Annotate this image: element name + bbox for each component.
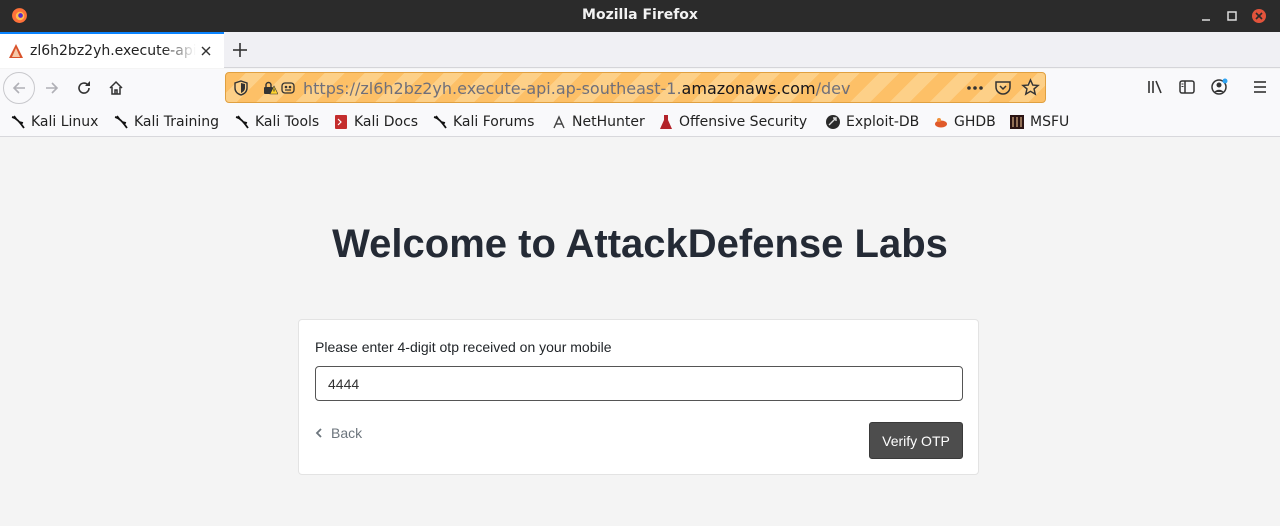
bookmark-label: GHDB [954, 114, 996, 130]
bookmark-ghdb[interactable]: GHDB [933, 113, 996, 131]
bookmark-label: Kali Linux [31, 114, 99, 130]
arrow-left-icon [12, 82, 25, 94]
url-bar[interactable]: https://zl6h2bz2yh.execute-api.ap-southe… [225, 72, 1046, 103]
kali-dragon-icon [235, 115, 249, 129]
account-icon[interactable] [1210, 78, 1228, 96]
page-actions-more-icon[interactable] [964, 79, 986, 97]
bookmark-label: Offensive Security [679, 114, 808, 130]
window-title: Mozilla Firefox [582, 7, 698, 23]
chevron-left-icon [315, 428, 322, 438]
close-tab-icon[interactable] [199, 44, 213, 58]
arrow-right-icon [46, 82, 59, 94]
kali-favicon-icon [9, 44, 23, 58]
url-path: /dev [815, 79, 851, 98]
home-button[interactable] [100, 72, 132, 104]
permissions-icon[interactable] [280, 80, 296, 96]
bookmark-kali-forums[interactable]: Kali Forums [432, 113, 534, 131]
bookmark-offensive-security[interactable]: Offensive Security [658, 113, 807, 131]
bookmark-label: Kali Tools [255, 114, 320, 130]
bookmarks-toolbar: Kali Linux Kali Training Kali Tools Kali… [0, 107, 1280, 137]
otp-label: Please enter 4-digit otp received on you… [315, 339, 612, 355]
navigation-toolbar: https://zl6h2bz2yh.execute-api.ap-southe… [0, 69, 1280, 107]
bookmark-label: Exploit-DB [846, 114, 920, 130]
tab-strip: zl6h2bz2yh.execute-api.ap-southeast-1.am… [0, 32, 1280, 68]
bookmark-kali-docs[interactable]: Kali Docs [333, 113, 418, 131]
kali-docs-icon [335, 115, 347, 129]
reload-button[interactable] [68, 72, 100, 104]
kali-dragon-icon [11, 115, 25, 129]
library-icon[interactable] [1146, 78, 1164, 96]
bookmark-exploit-db[interactable]: Exploit-DB [825, 113, 919, 131]
tab-title: zl6h2bz2yh.execute-api.ap-southeast-1.am… [30, 43, 196, 59]
kali-dragon-icon [433, 115, 447, 129]
url-text[interactable]: https://zl6h2bz2yh.execute-api.ap-southe… [303, 79, 850, 98]
page-heading: Welcome to AttackDefense Labs [332, 222, 948, 266]
otp-input[interactable] [315, 366, 963, 401]
hamburger-menu-icon[interactable] [1251, 78, 1269, 96]
back-link[interactable]: Back [315, 425, 362, 441]
nethunter-icon [553, 115, 565, 129]
bookmark-label: Kali Forums [453, 114, 535, 130]
new-tab-icon[interactable] [230, 40, 250, 60]
pocket-icon[interactable] [994, 79, 1012, 97]
tab-active[interactable]: zl6h2bz2yh.execute-api.ap-southeast-1.am… [0, 32, 224, 68]
bookmark-nethunter[interactable]: NetHunter [551, 113, 645, 131]
otp-card: Please enter 4-digit otp received on you… [298, 319, 979, 475]
kali-dragon-icon [114, 115, 128, 129]
bookmark-kali-training[interactable]: Kali Training [113, 113, 219, 131]
ghdb-icon [935, 118, 947, 128]
back-label: Back [331, 425, 363, 441]
tracking-protection-shield-icon[interactable] [233, 80, 249, 96]
offsec-icon [660, 115, 672, 129]
url-domain: amazonaws.com [681, 79, 816, 98]
bookmark-label: MSFU [1030, 114, 1070, 130]
verify-otp-button[interactable]: Verify OTP [869, 422, 963, 459]
url-prefix: https://zl6h2bz2yh.execute-api.ap-southe… [303, 79, 682, 98]
reload-icon [78, 81, 90, 94]
insecure-lock-warning-icon[interactable] [262, 80, 278, 96]
bookmark-star-icon[interactable] [1021, 78, 1040, 97]
bookmark-label: NetHunter [572, 114, 645, 130]
maximize-icon[interactable] [1222, 6, 1242, 26]
forward-button[interactable] [36, 72, 68, 104]
bookmark-kali-tools[interactable]: Kali Tools [234, 113, 319, 131]
msfu-icon [1010, 115, 1024, 129]
minimize-icon[interactable] [1196, 6, 1216, 26]
bookmark-kali-linux[interactable]: Kali Linux [10, 113, 98, 131]
window-titlebar: Mozilla Firefox [0, 0, 1280, 32]
close-window-icon[interactable] [1249, 6, 1269, 26]
exploit-db-icon [826, 115, 840, 129]
back-button[interactable] [3, 72, 35, 104]
bookmark-label: Kali Training [134, 114, 219, 130]
sidebar-icon[interactable] [1178, 78, 1196, 96]
bookmark-msfu[interactable]: MSFU [1009, 113, 1069, 131]
home-icon [109, 80, 123, 95]
bookmark-label: Kali Docs [354, 114, 419, 130]
